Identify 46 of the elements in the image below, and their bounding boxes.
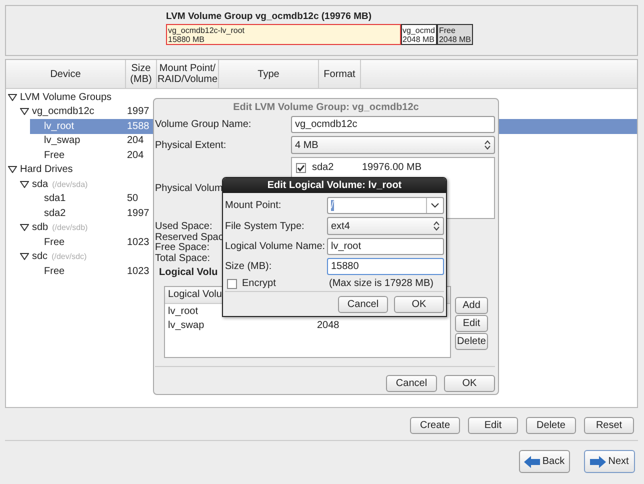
device-path: (/dev/sdb): [52, 223, 88, 232]
device-name: Free: [44, 266, 65, 277]
space-label: Total Space:: [155, 254, 210, 264]
volume-group-title: LVM Volume Group vg_ocmdb12c (19976 MB): [166, 11, 373, 22]
field-label: Logical Volume Name:: [225, 241, 326, 252]
field-label: Physical Volum: [155, 182, 223, 194]
device-path: (/dev/sda): [52, 180, 88, 189]
size-cell: 204: [127, 150, 144, 161]
device-name: lv_swap: [44, 135, 80, 146]
space-label: Free Space:: [155, 243, 210, 254]
device-name: Hard Drives: [20, 164, 73, 176]
dialog-title: Edit Logical Volume: lv_root: [223, 178, 446, 193]
size-cell: 204: [127, 135, 144, 146]
device-path: (/dev/sdc): [52, 252, 87, 262]
volume-size: 2048: [317, 320, 340, 330]
device-name: sda1: [44, 193, 66, 204]
volume-name: sda2: [312, 162, 335, 173]
space-label: Reserved Spac: [155, 232, 224, 243]
device-name: Free: [44, 150, 65, 161]
size-cell: 1023: [127, 236, 150, 248]
section-heading: Logical Volu: [159, 267, 219, 278]
device-name: sda2: [44, 208, 66, 219]
device-name: Free: [44, 236, 65, 248]
size-cell: 50: [127, 193, 138, 204]
size-cell: 1588: [127, 120, 150, 132]
volume-size: 19976.00 MB: [362, 162, 422, 173]
size-cell: 1997: [127, 106, 150, 118]
checkbox-label: Encrypt: [242, 278, 276, 289]
size-cell: 1997: [127, 208, 150, 219]
device-name: sdc: [32, 251, 48, 262]
device-name: vg_ocmdb12c: [32, 106, 94, 118]
field-label: Volume Group Name:: [155, 119, 252, 130]
field-label: Size (MB):: [225, 261, 272, 272]
device-name: lv_root: [44, 120, 74, 132]
device-name: sdb: [32, 222, 48, 234]
field-label: File System Type:: [225, 220, 304, 232]
field-label: Mount Point:: [225, 200, 282, 211]
size-cell: 1023: [127, 266, 150, 277]
max-size-note: (Max size is 17928 MB): [329, 278, 434, 289]
volume-name: lv_root: [168, 306, 200, 316]
space-label: Used Space:: [155, 222, 212, 232]
volume-name: lv_swap: [168, 320, 206, 330]
device-name: sda: [32, 178, 48, 190]
device-name: LVM Volume Groups: [20, 92, 112, 103]
field-label: Physical Extent:: [155, 140, 226, 150]
dialog-title: Edit LVM Volume Group: vg_ocmdb12c: [232, 101, 420, 115]
